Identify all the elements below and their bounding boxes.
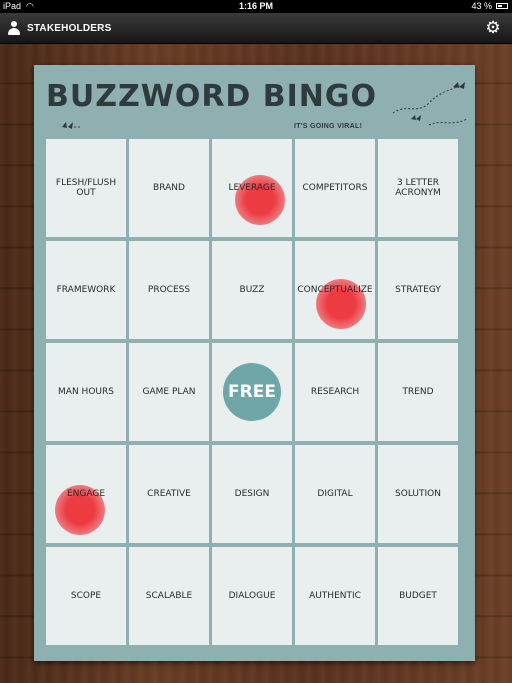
person-icon [6,20,22,36]
cell-label: ENGAGE [66,489,106,499]
cell-label: CREATIVE [147,489,191,499]
cell-label: BUDGET [399,591,437,601]
bingo-cell[interactable]: BRAND [129,139,209,237]
bingo-cell[interactable]: SCOPE [46,547,126,645]
cell-label: FLESH/FLUSH OUT [55,178,117,198]
bingo-card: BUZZWORD BINGO IT'S GOING VIRAL! FLESH/F… [34,65,475,661]
cell-label: GAME PLAN [142,387,196,397]
bingo-cell[interactable]: BUDGET [378,547,458,645]
free-space[interactable]: FREE [212,343,292,441]
cell-label: 3 LETTER ACRONYM [395,178,441,198]
cell-label: BRAND [153,183,185,193]
bingo-cell[interactable]: SOLUTION [378,445,458,543]
cell-label: TREND [402,387,434,397]
bingo-cell[interactable]: GAME PLAN [129,343,209,441]
nav-title: STAKEHOLDERS [27,22,112,34]
bingo-cell[interactable]: DIALOGUE [212,547,292,645]
bingo-cell[interactable]: 3 LETTER ACRONYM [378,139,458,237]
bingo-cell[interactable]: FLESH/FLUSH OUT [46,139,126,237]
clock: 1:16 PM [238,1,273,11]
cell-label: BUZZ [239,285,265,295]
battery-percent: 43 % [471,1,492,11]
gear-icon[interactable]: ⚙ [484,19,502,37]
cell-label: CONCEPTUALIZE [297,285,373,295]
bingo-cell[interactable]: STRATEGY [378,241,458,339]
cell-label: STRATEGY [395,285,441,295]
bingo-cell[interactable]: TREND [378,343,458,441]
status-bar: iPad ◠ 1:16 PM 43 % [0,0,512,13]
bingo-cell[interactable]: BUZZ [212,241,292,339]
bingo-cell[interactable]: COMPETITORS [295,139,375,237]
card-tagline: IT'S GOING VIRAL! [294,123,363,130]
cell-label: RESEARCH [310,387,360,397]
bingo-cell[interactable]: CREATIVE [129,445,209,543]
bingo-cell[interactable]: DIGITAL [295,445,375,543]
cell-label: PROCESS [147,285,191,295]
cell-label: DIGITAL [317,489,353,499]
cell-label: SCOPE [70,591,102,601]
cell-label: LEVERAGE [228,183,276,193]
cell-label: MAN HOURS [58,387,114,397]
bingo-cell[interactable]: LEVERAGE [212,139,292,237]
nav-bar: STAKEHOLDERS ⚙ [0,13,512,44]
bingo-grid: FLESH/FLUSH OUT BRAND LEVERAGE COMPETITORS 3… [46,139,458,645]
stakeholders-button[interactable]: STAKEHOLDERS [6,13,111,43]
butterfly-small-icon [62,122,82,129]
bingo-cell[interactable]: FRAMEWORK [46,241,126,339]
bingo-cell[interactable]: AUTHENTIC [295,547,375,645]
butterfly-doodle-icon [392,82,468,126]
bingo-cell[interactable]: ENGAGE [46,445,126,543]
cell-label: FRAMEWORK [56,285,116,295]
bingo-cell[interactable]: DESIGN [212,445,292,543]
cell-label: DESIGN [234,489,270,499]
cell-label: AUTHENTIC [309,591,361,601]
cell-label: COMPETITORS [302,183,368,193]
free-badge: FREE [223,363,281,421]
cell-label: DIALOGUE [228,591,276,601]
bingo-cell[interactable]: RESEARCH [295,343,375,441]
cell-label: SOLUTION [395,489,441,499]
bingo-cell[interactable]: CONCEPTUALIZE [295,241,375,339]
bingo-cell[interactable]: PROCESS [129,241,209,339]
cell-label: SCALABLE [145,591,193,601]
bingo-cell[interactable]: MAN HOURS [46,343,126,441]
battery-icon [496,3,508,9]
bingo-cell[interactable]: SCALABLE [129,547,209,645]
card-title: BUZZWORD BINGO [46,79,378,114]
